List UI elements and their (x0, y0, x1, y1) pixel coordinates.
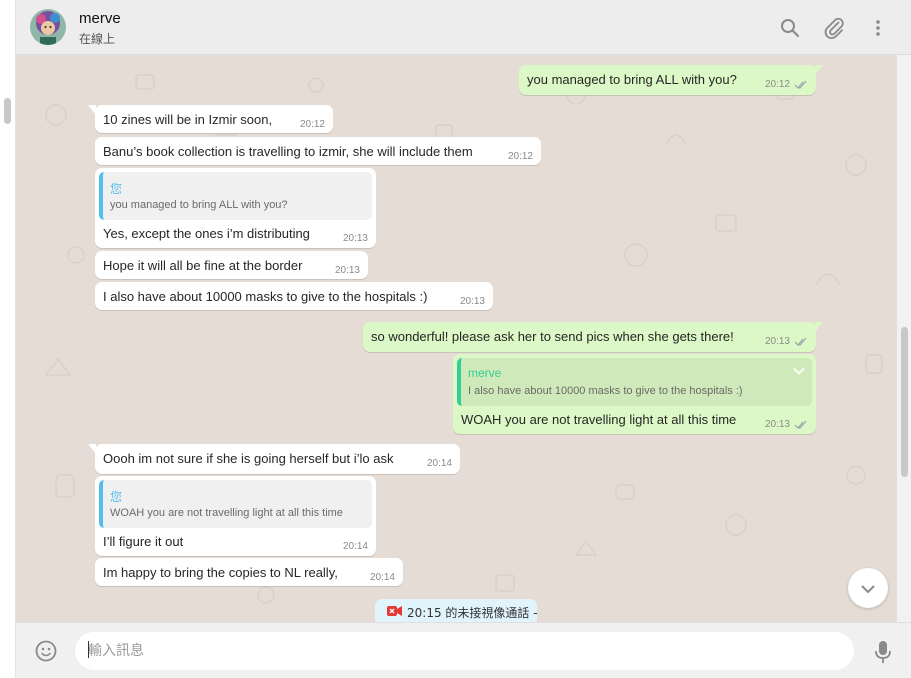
chevron-down-icon[interactable] (792, 364, 806, 378)
bubble-tail (88, 105, 96, 115)
double-check-icon (794, 80, 807, 89)
avatar[interactable] (30, 9, 66, 45)
message-incoming[interactable]: Banu’s book collection is travelling to … (95, 137, 541, 165)
message-text: so wonderful! please ask her to send pic… (371, 329, 734, 344)
message-text: Banu’s book collection is travelling to … (103, 144, 473, 159)
chat-area: you managed to bring ALL with you? 20:12… (16, 55, 897, 622)
chat-scrollbar-thumb[interactable] (901, 327, 908, 477)
left-panel-edge (0, 0, 16, 678)
message-incoming[interactable]: I also have about 10000 masks to give to… (95, 282, 493, 310)
chevron-down-icon (861, 585, 875, 594)
message-time: 20:14 (426, 458, 452, 469)
message-time: 20:13 (342, 233, 368, 244)
quoted-message[interactable]: 您 WOAH you are not travelling light at a… (99, 480, 372, 528)
quoted-text: WOAH you are not travelling light at all… (110, 507, 343, 519)
message-time: 20:13 (334, 265, 360, 276)
message-outgoing[interactable]: you managed to bring ALL with you? 20:12 (519, 65, 823, 95)
bubble-tail (815, 322, 823, 332)
message-incoming[interactable]: Im happy to bring the copies to NL reall… (95, 558, 403, 586)
missed-call-text: 20:15 的未接視像通話 - (407, 606, 538, 620)
chat-header: merve 在線上 (16, 0, 911, 55)
message-time: 20:14 (369, 572, 395, 583)
message-outgoing[interactable]: so wonderful! please ask her to send pic… (363, 322, 823, 352)
emoji-icon[interactable] (34, 639, 58, 663)
message-time: 20:12 (299, 119, 325, 130)
message-text: Hope it will all be fine at the border (103, 258, 303, 273)
message-time: 20:14 (342, 541, 368, 552)
message-outgoing-reply[interactable]: merve I also have about 10000 masks to g… (453, 354, 816, 434)
message-text: Oooh im not sure if she is going herself… (103, 451, 394, 466)
message-incoming[interactable]: 10 zines will be in Izmir soon, 20:12 (88, 105, 333, 133)
message-text: Im happy to bring the copies to NL reall… (103, 565, 338, 580)
quoted-author: 您 (110, 182, 123, 196)
text-caret (88, 641, 89, 658)
search-icon[interactable] (778, 16, 802, 40)
message-text: WOAH you are not travelling light at all… (461, 412, 737, 427)
message-incoming[interactable]: Hope it will all be fine at the border 2… (95, 251, 368, 279)
message-time: 20:13 (764, 419, 790, 430)
message-text: I’ll figure it out (103, 534, 184, 549)
message-incoming-reply[interactable]: 您 you managed to bring ALL with you? Yes… (95, 168, 376, 248)
left-panel-scrollbar[interactable] (4, 98, 11, 124)
quoted-text: you managed to bring ALL with you? (110, 199, 288, 211)
quoted-message[interactable]: 您 you managed to bring ALL with you? (99, 172, 372, 220)
message-text: I also have about 10000 masks to give to… (103, 289, 428, 304)
missed-video-call-icon (387, 606, 402, 616)
quoted-text: I also have about 10000 masks to give to… (468, 385, 743, 397)
message-incoming[interactable]: Oooh im not sure if she is going herself… (88, 444, 460, 474)
bubble-tail (88, 444, 96, 454)
message-time: 20:13 (764, 336, 790, 347)
message-text: Yes, except the ones i’m distributing (103, 226, 310, 241)
bubble-tail (815, 65, 823, 75)
message-time: 20:12 (507, 151, 533, 162)
more-vertical-icon[interactable] (866, 16, 890, 40)
message-time: 20:12 (764, 79, 790, 90)
message-time: 20:13 (459, 296, 485, 307)
message-input[interactable] (75, 632, 854, 670)
double-check-icon (794, 337, 807, 346)
contact-name[interactable]: merve (79, 10, 121, 27)
message-incoming-reply[interactable]: 您 WOAH you are not travelling light at a… (95, 476, 376, 556)
quoted-author: 您 (110, 490, 123, 504)
missed-call-notice[interactable]: 20:15 的未接視像通話 - (375, 599, 538, 622)
paperclip-icon[interactable] (822, 16, 846, 40)
message-text: 10 zines will be in Izmir soon, (103, 112, 273, 127)
double-check-icon (794, 420, 807, 429)
message-composer (16, 622, 911, 678)
microphone-icon[interactable] (874, 640, 892, 664)
quoted-author: merve (468, 366, 502, 380)
contact-status: 在線上 (79, 32, 116, 46)
quoted-message[interactable]: merve I also have about 10000 masks to g… (457, 358, 812, 406)
message-text: you managed to bring ALL with you? (527, 72, 737, 87)
scroll-to-bottom-button[interactable] (848, 568, 888, 608)
